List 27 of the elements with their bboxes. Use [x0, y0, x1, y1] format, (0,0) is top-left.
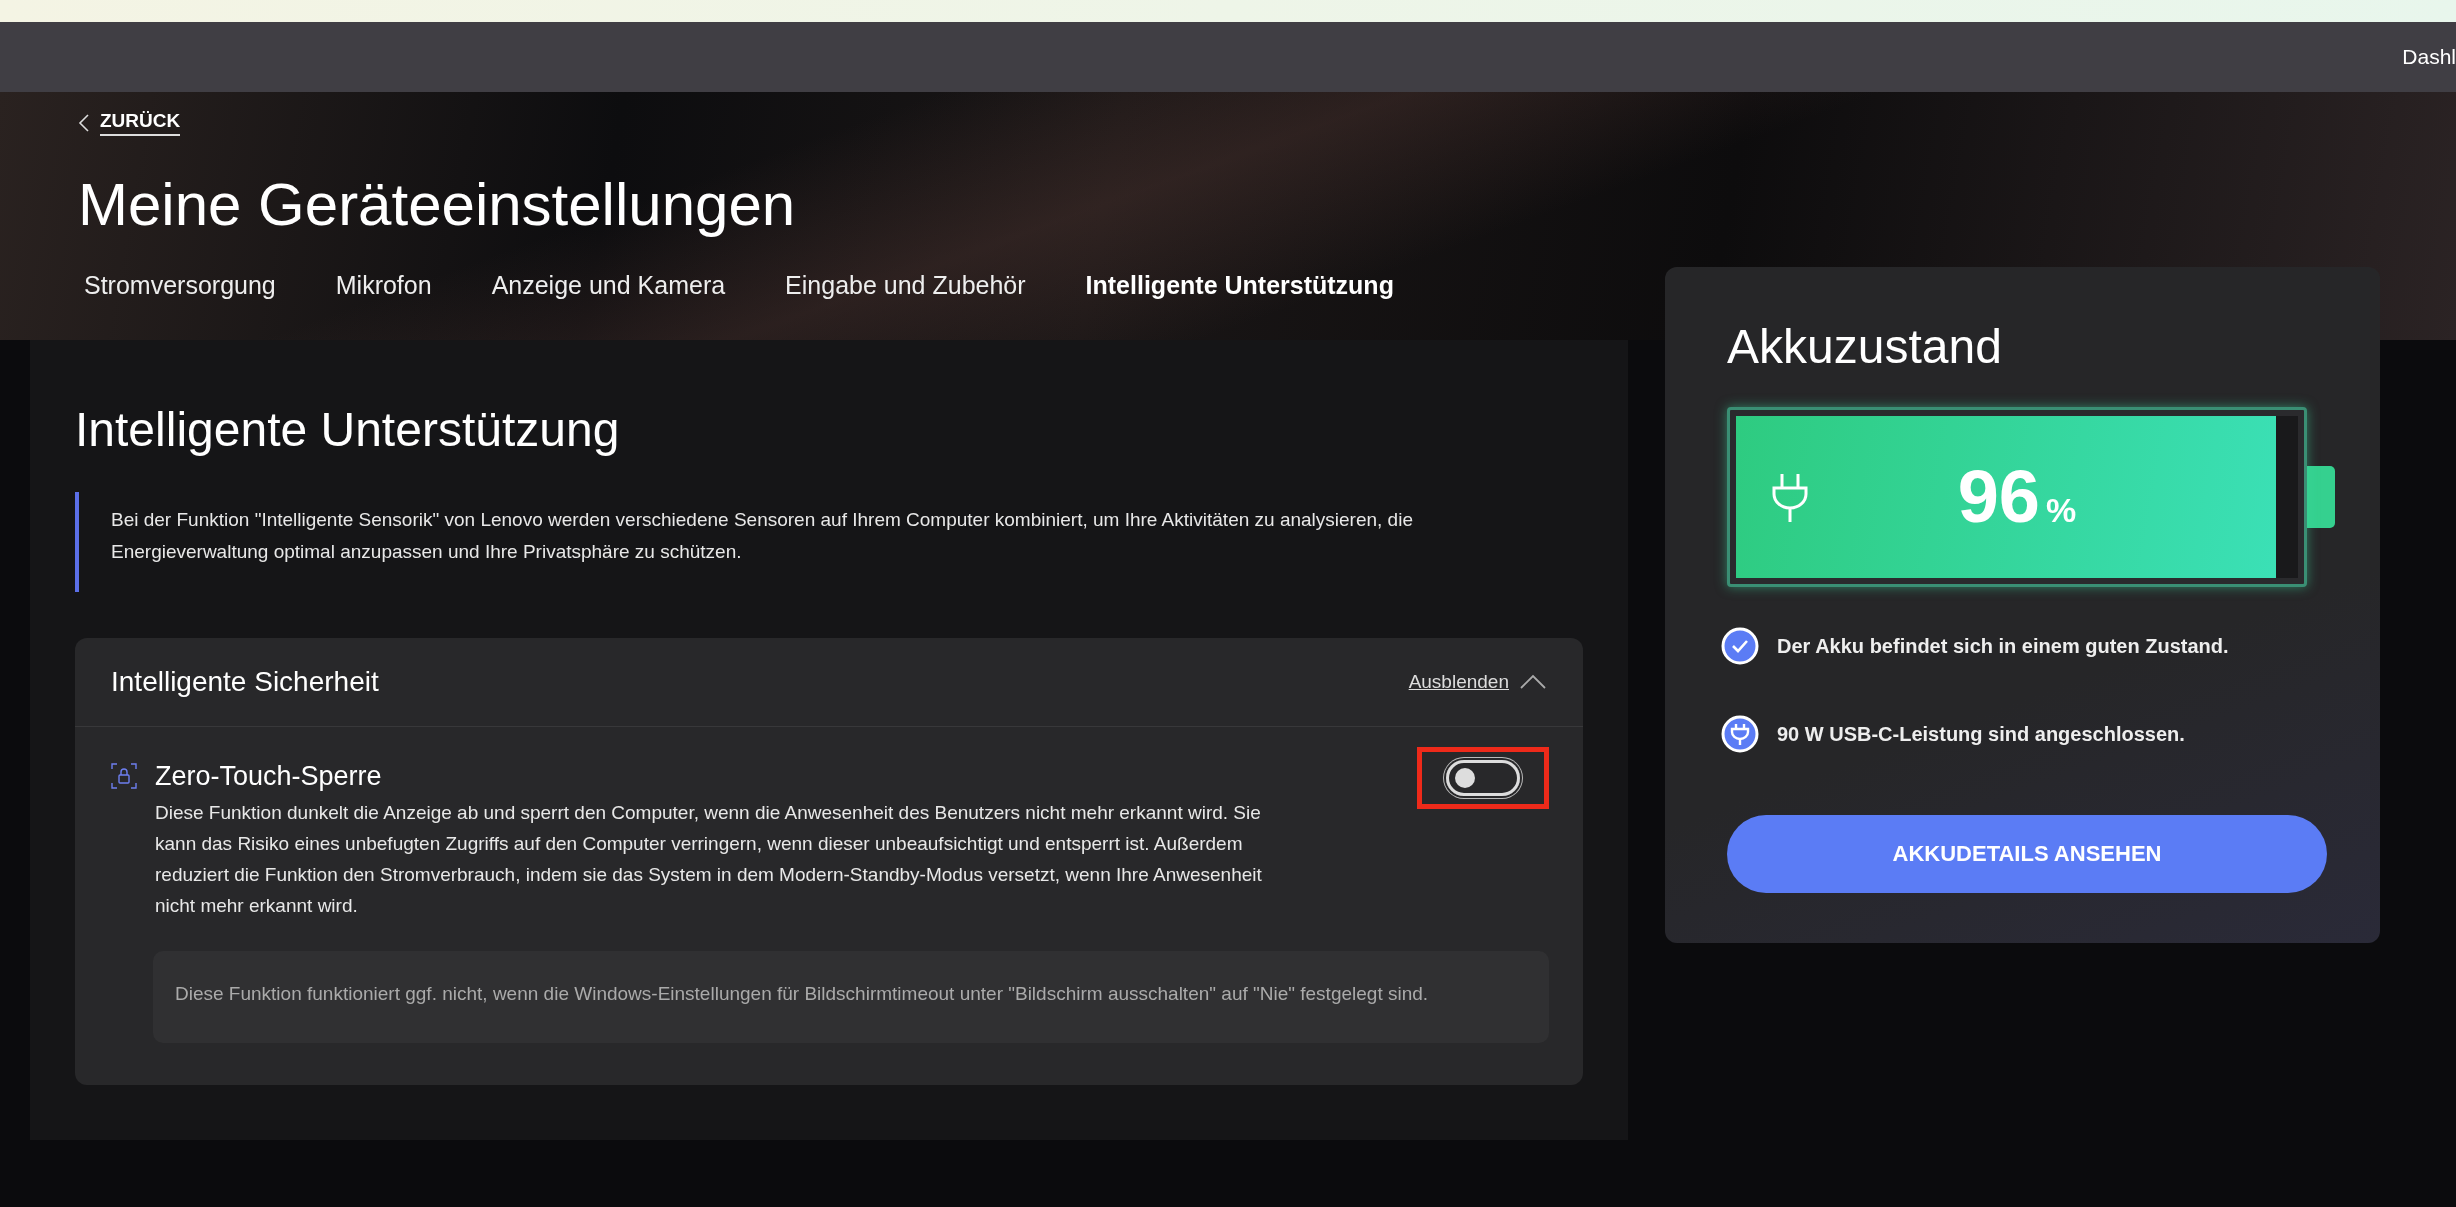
- battery-title: Akkuzustand: [1727, 319, 2003, 375]
- note-text: Diese Funktion funktioniert ggf. nicht, wenn die Windows-Einstellungen für Bildschirmtimeout unter "Bildschirm ausschalten" auf "Nie" festgelegt sind.: [175, 983, 1429, 1004]
- tab[interactable]: Intelligente Unterstützung: [1085, 271, 1394, 300]
- percent-sign: %: [2046, 491, 2077, 530]
- section-description: Bei der Funktion "Intelligente Sensorik" von Lenovo werden verschiedene Sensoren auf Ihrem Computer kombiniert, um Ihre Aktivitäten zu analysieren, die Energieverwaltung optimal anzupassen und Ihre Privatsphäre zu schützen.: [75, 492, 1583, 592]
- feature-title: Zero-Touch-Sperre: [155, 760, 383, 793]
- toggle-switch[interactable]: [1446, 760, 1520, 796]
- lock-icon: [111, 763, 137, 789]
- battery-percent: 96: [1957, 454, 2041, 539]
- tab[interactable]: Stromversorgung: [84, 271, 276, 300]
- tab[interactable]: Eingabe und Zubehör: [785, 271, 1026, 300]
- back-link[interactable]: ZURÜCK: [78, 110, 181, 136]
- check-circle-icon: [1721, 627, 1759, 665]
- tab[interactable]: Anzeige und Kamera: [491, 271, 726, 300]
- chevron-left-icon: [78, 113, 90, 133]
- status-text: 90 W USB-C-Leistung sind angeschlossen.: [1777, 722, 2185, 746]
- collapse-link[interactable]: Ausblenden: [1408, 671, 1509, 693]
- page-title: Meine Geräteeinstellungen: [78, 170, 797, 240]
- status-text: Der Akku befindet sich in einem guten Zustand.: [1777, 634, 2229, 658]
- group-title: Intelligente Sicherheit: [111, 666, 380, 698]
- dashboard-link[interactable]: Dashl: [2402, 45, 2456, 69]
- battery-terminal: [2307, 466, 2335, 528]
- section-title: Intelligente Unterstützung: [75, 402, 621, 458]
- feature-description: Diese Funktion dunkelt die Anzeige ab und sperrt den Computer, wenn die Anwesenheit des Benutzers nicht mehr erkannt wird. Sie kann das Risiko eines unbefugten Zugriffs auf den Computer verringern, wenn dieser unbeaufsichtigt und entsperrt ist. Außerdem reduziert die Funktion den Stromverbrauch, indem sie das System in dem Modern-Standby-Modus versetzt, wenn Ihre Anwesenheit nicht mehr erkannt wird.: [155, 801, 1263, 918]
- plug-circle-icon: [1721, 715, 1759, 753]
- tab[interactable]: Mikrofon: [335, 271, 432, 300]
- battery-details-button[interactable]: AKKUDETAILS ANSEHEN: [1727, 815, 2327, 893]
